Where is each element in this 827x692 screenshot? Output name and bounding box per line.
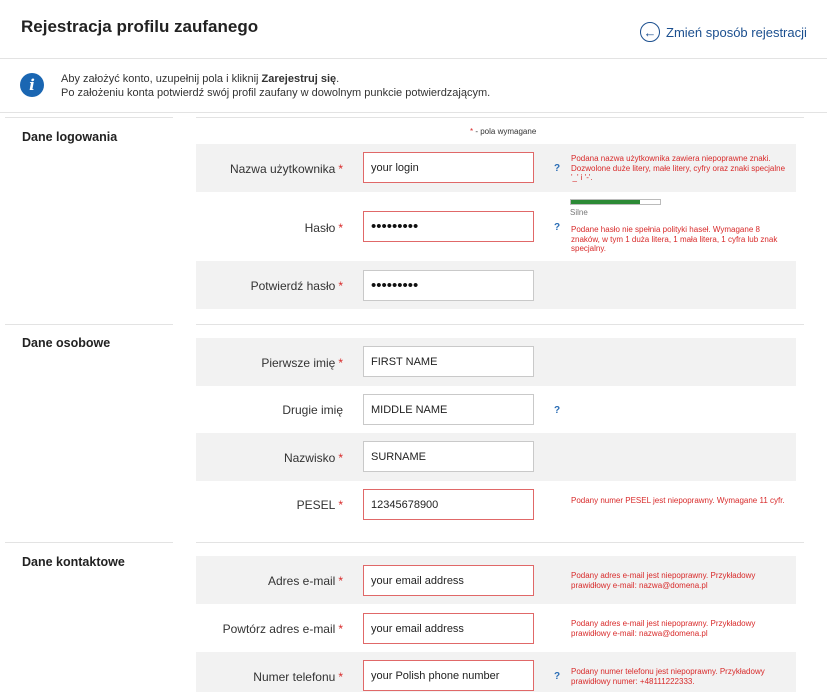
phone-label: Numer telefonu * (253, 670, 343, 684)
info-line1-prefix: Aby założyć konto, uzupełnij pola i klik… (61, 73, 262, 85)
pesel-error: Podany numer PESEL jest niepoprawny. Wym… (571, 496, 785, 505)
password-input[interactable]: ••••••••• (363, 211, 534, 242)
phone-help-icon[interactable]: ? (554, 671, 560, 682)
change-registration-method-label: Zmień sposób rejestracji (666, 24, 807, 40)
section-divider-left (5, 542, 173, 543)
email-label: Adres e-mail * (267, 574, 343, 588)
info-line1-suffix: . (336, 73, 340, 85)
username-label: Nazwa użytkownika * (229, 162, 343, 176)
password-confirm-label: Potwierdź hasło * (250, 279, 343, 293)
section-title-contact: Dane kontaktowe (22, 555, 125, 569)
password-confirm-input[interactable]: ••••••••• (363, 270, 534, 301)
password-strength-label: Silne (570, 208, 588, 217)
password-strength-bar (570, 199, 661, 205)
email-input[interactable]: your email address (363, 565, 534, 596)
password-help-icon[interactable]: ? (554, 222, 560, 233)
change-registration-method-link[interactable]: ← Zmień sposób rejestracji (640, 22, 807, 42)
password-strength-fill (571, 200, 641, 204)
email-error: Podany adres e-mail jest niepoprawny. Pr… (571, 571, 756, 590)
section-divider-left (5, 324, 173, 325)
section-title-login: Dane logowania (22, 130, 118, 144)
header-divider (0, 58, 827, 59)
phone-input[interactable]: your Polish phone number (363, 660, 534, 691)
section-divider-left (5, 117, 173, 118)
section-divider-right (196, 324, 804, 325)
arrow-left-icon: ← (640, 22, 660, 42)
middle-name-help-icon[interactable]: ? (554, 405, 560, 416)
required-fields-note: * - pola wymagane (470, 127, 536, 136)
info-register-keyword: Zarejestruj się (261, 73, 337, 85)
email-confirm-input[interactable]: your email address (363, 613, 534, 644)
section-divider-right (196, 117, 804, 118)
info-icon: i (20, 73, 44, 97)
password-label: Hasło * (304, 221, 343, 235)
password-error: Podane hasło nie spełnia polityki haseł.… (571, 225, 778, 253)
first-name-label: Pierwsze imię * (261, 356, 343, 370)
username-error: Podana nazwa użytkownika zawiera niepopr… (571, 154, 786, 182)
username-help-icon[interactable]: ? (554, 163, 560, 174)
email-confirm-label: Powtórz adres e-mail * (222, 622, 343, 636)
username-input[interactable]: your login (363, 152, 534, 183)
info-message: Aby założyć konto, uzupełnij pola i klik… (61, 72, 490, 100)
info-divider (0, 112, 827, 113)
phone-error: Podany numer telefonu jest niepoprawny. … (571, 667, 765, 686)
pesel-input[interactable]: 12345678900 (363, 489, 534, 520)
pesel-label: PESEL * (296, 498, 343, 512)
middle-name-label: Drugie imię (282, 403, 343, 417)
info-line2: Po założeniu konta potwierdź swój profil… (61, 87, 491, 99)
middle-name-input[interactable]: MIDDLE NAME (363, 394, 534, 425)
email-confirm-error: Podany adres e-mail jest niepoprawny. Pr… (571, 619, 756, 638)
first-name-input[interactable]: FIRST NAME (363, 346, 534, 377)
page-title: Rejestracja profilu zaufanego (21, 17, 259, 36)
required-note-text: - pola wymagane (473, 127, 537, 136)
surname-label: Nazwisko * (283, 451, 343, 465)
section-divider-right (196, 542, 804, 543)
section-title-personal: Dane osobowe (22, 336, 111, 350)
surname-input[interactable]: SURNAME (363, 441, 534, 472)
